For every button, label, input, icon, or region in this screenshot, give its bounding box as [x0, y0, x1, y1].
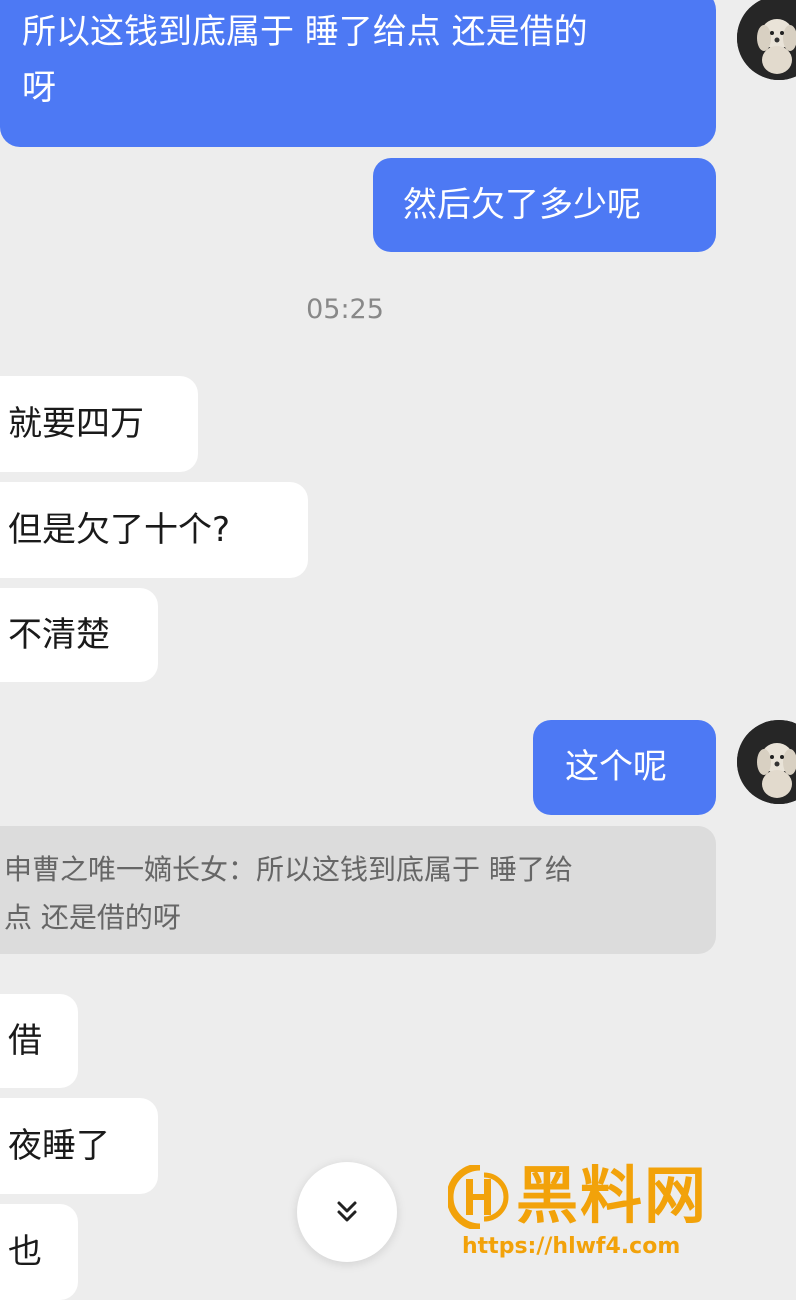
message-text: 这个呢	[565, 747, 667, 787]
outgoing-message[interactable]: 所以这钱到底属于 睡了给点 还是借的 呀	[0, 0, 716, 147]
message-text: 但是欠了十个?	[8, 510, 231, 550]
message-text: 借	[8, 1021, 42, 1061]
incoming-message[interactable]: 但是欠了十个?	[0, 482, 308, 578]
message-text: 然后欠了多少呢	[403, 185, 641, 225]
double-chevron-down-icon	[337, 1201, 357, 1222]
outgoing-message[interactable]: 然后欠了多少呢	[373, 158, 716, 252]
quoted-text-line: 申曹之唯一嫡长女：所以这钱到底属于 睡了给	[4, 853, 573, 886]
incoming-message[interactable]: 夜睡了	[0, 1098, 158, 1194]
watermark-url: https://hlwf4.com	[462, 1234, 681, 1259]
quoted-message[interactable]: 申曹之唯一嫡长女：所以这钱到底属于 睡了给 点 还是借的呀	[0, 826, 716, 954]
dog-avatar-icon	[737, 720, 796, 804]
message-text: 就要四万	[8, 404, 144, 444]
incoming-message[interactable]: 就要四万	[0, 376, 198, 472]
incoming-message[interactable]: 也	[0, 1204, 78, 1300]
message-timestamp: 05:25	[306, 294, 384, 325]
dog-avatar-icon	[737, 0, 796, 80]
message-text: 不清楚	[8, 615, 110, 655]
avatar[interactable]	[737, 0, 796, 80]
message-text: 夜睡了	[8, 1126, 110, 1166]
scroll-to-bottom-button[interactable]	[297, 1162, 397, 1262]
outgoing-message[interactable]: 这个呢	[533, 720, 716, 815]
incoming-message[interactable]: 借	[0, 994, 78, 1088]
message-text: 也	[8, 1232, 42, 1272]
watermark-title: 黑料网	[516, 1159, 709, 1232]
message-text-line: 所以这钱到底属于 睡了给点 还是借的	[22, 12, 588, 52]
avatar[interactable]	[737, 720, 796, 804]
message-text-line: 呀	[22, 68, 56, 108]
quoted-text-line: 点 还是借的呀	[4, 901, 181, 934]
incoming-message[interactable]: 不清楚	[0, 588, 158, 682]
hl-logo-icon	[446, 1163, 512, 1233]
